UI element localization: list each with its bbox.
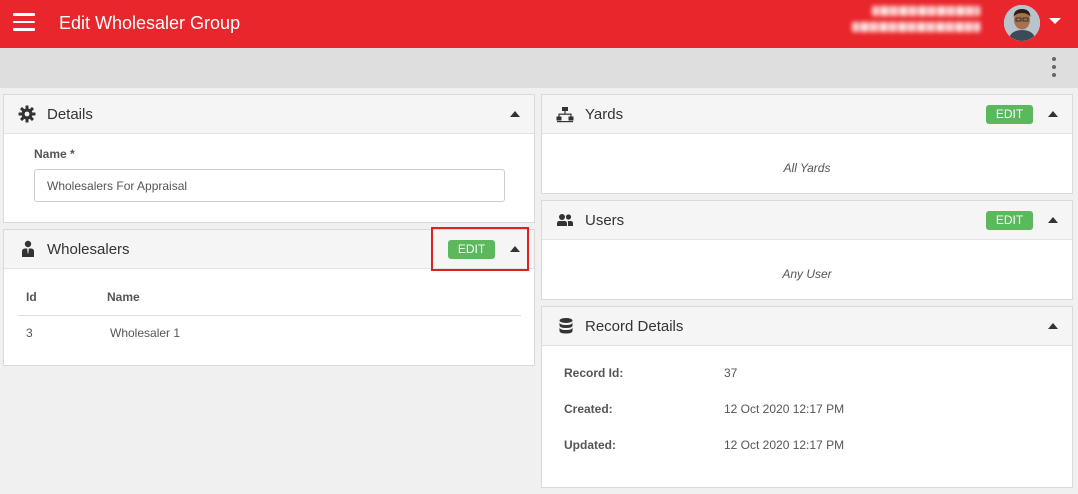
collapse-caret-icon[interactable] [1048, 111, 1058, 117]
person-icon [22, 240, 34, 257]
caret-down-icon[interactable] [1049, 18, 1061, 24]
column-header-name: Name [107, 290, 140, 304]
collapse-caret-icon[interactable] [1048, 217, 1058, 223]
database-icon [559, 318, 573, 334]
details-title: Details [47, 106, 93, 123]
name-label: Name * [34, 147, 75, 161]
details-panel: Details Name * [3, 94, 535, 223]
details-panel-header[interactable]: Details [4, 95, 534, 134]
created-value: 12 Oct 2020 12:17 PM [724, 402, 845, 416]
yards-edit-button[interactable]: EDIT [986, 105, 1033, 124]
collapse-caret-icon[interactable] [1048, 323, 1058, 329]
yards-panel-header[interactable]: Yards EDIT [542, 95, 1072, 134]
record-details-panel: Record Details Record Id: 37 Created: 12… [541, 306, 1073, 488]
page-title: Edit Wholesaler Group [59, 13, 241, 33]
updated-label: Updated: [564, 438, 616, 452]
column-header-id: Id [26, 290, 37, 304]
created-label: Created: [564, 402, 613, 416]
users-panel: Users EDIT Any User [541, 200, 1073, 300]
record-id-value: 37 [724, 366, 738, 380]
yards-title: Yards [585, 106, 624, 123]
avatar[interactable] [1004, 5, 1040, 41]
record-details-title: Record Details [585, 318, 684, 335]
updated-value: 12 Oct 2020 12:17 PM [724, 438, 845, 452]
table-header-divider [18, 315, 521, 316]
cell-name: Wholesaler 1 [110, 326, 181, 340]
users-icon [557, 214, 573, 226]
collapse-caret-icon[interactable] [510, 111, 520, 117]
app-bar: Edit Wholesaler Group [0, 0, 1078, 48]
gear-icon [18, 105, 36, 123]
more-vertical-icon[interactable] [1048, 56, 1060, 80]
users-title: Users [585, 212, 625, 229]
users-empty-text: Any User [782, 267, 832, 281]
users-panel-header[interactable]: Users EDIT [542, 201, 1072, 240]
hamburger-menu-icon[interactable] [13, 13, 35, 31]
cell-id: 3 [26, 326, 33, 340]
wholesalers-title: Wholesalers [47, 241, 130, 258]
record-id-label: Record Id: [564, 366, 624, 380]
record-details-panel-header[interactable]: Record Details [542, 307, 1072, 346]
user-info-redacted[interactable] [852, 6, 980, 38]
highlight-box [431, 227, 529, 271]
yards-panel: Yards EDIT All Yards [541, 94, 1073, 194]
yards-empty-text: All Yards [783, 161, 831, 175]
network-icon [556, 107, 574, 123]
name-input[interactable] [34, 169, 505, 202]
toolbar [0, 48, 1078, 88]
users-edit-button[interactable]: EDIT [986, 211, 1033, 230]
